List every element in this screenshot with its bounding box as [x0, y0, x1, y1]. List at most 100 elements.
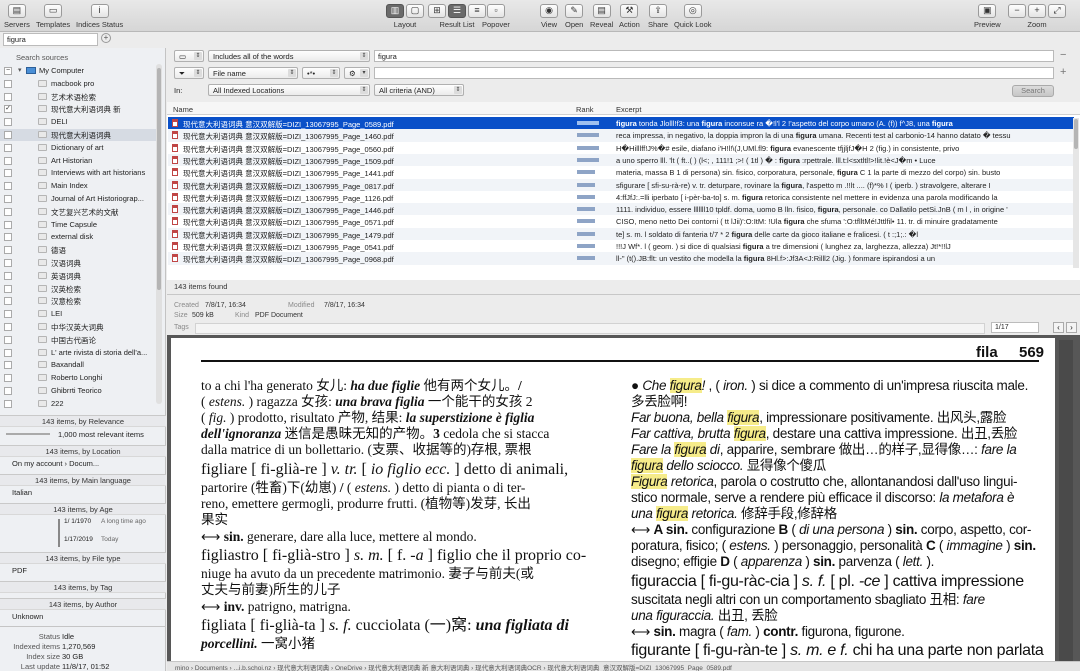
source-checkbox[interactable]: [4, 271, 12, 280]
open-button[interactable]: ✎ Open: [565, 3, 583, 29]
source-item[interactable]: 222: [0, 398, 162, 410]
source-checkbox[interactable]: [4, 92, 12, 101]
next-page-icon[interactable]: ›: [1066, 322, 1077, 333]
source-checkbox[interactable]: [4, 207, 12, 216]
facet-author-label[interactable]: Unknown: [12, 612, 43, 621]
preview-button[interactable]: ▣ Preview: [974, 3, 1001, 29]
source-item[interactable]: 中华汉英大词典: [0, 321, 162, 333]
sidebar-scroll-thumb[interactable]: [157, 68, 161, 290]
source-item[interactable]: L' arte rivista di storia dell'a...: [0, 347, 162, 359]
filter-toggle[interactable]: ⏷ ⇕: [174, 67, 204, 79]
popover-button[interactable]: ▫ Popover: [482, 3, 510, 29]
source-item[interactable]: LEI: [0, 308, 162, 320]
source-checkbox[interactable]: [4, 348, 12, 357]
column-name[interactable]: Name: [173, 105, 193, 114]
source-checkbox[interactable]: ✓: [4, 105, 12, 114]
facet-location-header[interactable]: 143 items, by Location: [0, 445, 166, 457]
source-checkbox[interactable]: [4, 387, 12, 395]
facet-language-header[interactable]: 143 items, by Main language: [0, 474, 166, 486]
criteria-select[interactable]: All criteria (AND) ⇕: [374, 84, 464, 96]
facet-age-header[interactable]: 143 items, by Age: [0, 503, 166, 515]
facet-filetype-header[interactable]: 143 items, by File type: [0, 552, 166, 564]
document-scrollbar[interactable]: [1059, 340, 1073, 670]
source-checkbox[interactable]: [4, 335, 12, 344]
table-row[interactable]: 现代意大利语词典 意汉双解版=DIZI_13067995_Page_1441.p…: [168, 166, 1074, 178]
source-checkbox[interactable]: [4, 233, 12, 242]
source-checkbox[interactable]: [4, 259, 12, 267]
table-row[interactable]: 现代意大利语词典 意汉双解版=DIZI_13067995_Page_0817.p…: [168, 178, 1074, 191]
table-row[interactable]: 现代意大利语词典 意汉双解版=DIZI_13067995_Page_1479.p…: [168, 227, 1074, 240]
source-item[interactable]: 现代意大利语词典: [0, 129, 162, 141]
table-row[interactable]: 现代意大利语词典 意汉双解版=DIZI_13067995_Page_0968.p…: [168, 252, 1074, 265]
disclosure-triangle-icon[interactable]: ▾: [18, 66, 22, 74]
filter-value-input[interactable]: [374, 67, 1054, 79]
search-button[interactable]: Search: [1012, 85, 1054, 97]
action-button[interactable]: ⚒ Action: [619, 3, 640, 29]
facet-author-header[interactable]: 143 items, by Author: [0, 598, 166, 610]
templates-button[interactable]: ▭ Templates: [36, 3, 70, 29]
source-checkbox[interactable]: [4, 361, 12, 370]
source-item[interactable]: Dictionary of art: [0, 142, 162, 154]
source-item[interactable]: macbook pro: [0, 78, 162, 90]
facet-tag-header[interactable]: 143 items, by Tag: [0, 581, 166, 593]
filter-field-select[interactable]: File name ⇕: [208, 67, 298, 79]
source-item[interactable]: Interviews with art historians: [0, 167, 162, 179]
age-range-slider[interactable]: [58, 519, 60, 547]
facet-language-label[interactable]: Italian: [12, 488, 32, 497]
search-tab-field[interactable]: figura: [3, 33, 98, 46]
match-mode-select[interactable]: Includes all of the words ⇕: [208, 50, 370, 62]
table-row[interactable]: 现代意大利语词典 意汉双解版=DIZI_13067995_Page_0541.p…: [168, 240, 1074, 252]
source-selector[interactable]: ▭ ⇕: [174, 50, 204, 62]
indices-status-button[interactable]: i Indices Status: [76, 3, 123, 29]
reveal-button[interactable]: ▤ Reveal: [590, 3, 613, 29]
view-button[interactable]: ◉ View: [540, 3, 558, 29]
source-item[interactable]: 德语: [0, 244, 162, 256]
add-row-icon[interactable]: +: [1060, 66, 1066, 78]
source-checkbox[interactable]: −: [4, 67, 12, 75]
remove-row-icon[interactable]: −: [1060, 49, 1066, 61]
layout-control[interactable]: ▥ ▢ Layout: [386, 3, 424, 29]
table-row[interactable]: 现代意大利语词典 意汉双解版=DIZI_13067995_Page_0571.p…: [168, 215, 1074, 227]
relevance-slider[interactable]: [6, 433, 50, 435]
source-checkbox[interactable]: [4, 297, 12, 306]
options-menu[interactable]: ⚙ ▾: [344, 67, 370, 79]
location-select[interactable]: All Indexed Locations ⇕: [208, 84, 370, 96]
table-row[interactable]: 现代意大利语词典 意汉双解版=DIZI_13067995_Page_1509.p…: [168, 153, 1074, 167]
facet-location-label[interactable]: On my account › Docum...: [12, 459, 99, 468]
zoom-control[interactable]: − + ⤢ Zoom: [1008, 3, 1066, 29]
source-item[interactable]: 英语词典: [0, 270, 162, 282]
source-item[interactable]: 艺术术语检索: [0, 91, 162, 103]
source-checkbox[interactable]: [4, 79, 12, 88]
wildcard-select[interactable]: •*• ⇕: [302, 67, 340, 79]
source-checkbox[interactable]: [4, 169, 12, 178]
source-checkbox[interactable]: [4, 374, 12, 383]
source-item[interactable]: 汉意检索: [0, 295, 162, 307]
column-rank[interactable]: Rank: [576, 105, 594, 114]
share-button[interactable]: ⇪ Share: [648, 3, 668, 29]
add-tab-icon[interactable]: +: [101, 33, 111, 43]
source-item[interactable]: Roberto Longhi: [0, 372, 162, 384]
source-item[interactable]: Baxandall: [0, 359, 162, 371]
facet-filetype-label[interactable]: PDF: [12, 566, 27, 575]
source-checkbox[interactable]: [4, 182, 12, 191]
source-checkbox[interactable]: [4, 156, 12, 165]
source-checkbox[interactable]: [4, 310, 12, 319]
previous-page-icon[interactable]: ‹: [1053, 322, 1064, 333]
source-checkbox[interactable]: [4, 284, 12, 293]
quick-look-button[interactable]: ◎ Quick Look: [674, 3, 712, 29]
source-checkbox[interactable]: [4, 195, 12, 203]
source-item[interactable]: 汉英检索: [0, 283, 162, 295]
facet-relevance-header[interactable]: 143 items, by Relevance: [0, 415, 166, 427]
source-item[interactable]: 汉语词典: [0, 257, 162, 269]
source-checkbox[interactable]: [4, 323, 12, 331]
source-item[interactable]: 中国古代画论: [0, 334, 162, 346]
source-checkbox[interactable]: [4, 246, 12, 255]
source-item[interactable]: DELI: [0, 116, 162, 128]
result-list-control[interactable]: ⊞ ☰ ≡ Result List: [428, 3, 486, 29]
search-query-input[interactable]: figura: [374, 50, 1054, 62]
source-item[interactable]: Art Historian: [0, 155, 162, 167]
tags-field[interactable]: [195, 323, 985, 334]
source-checkbox[interactable]: [4, 143, 12, 152]
table-row[interactable]: 现代意大利语词典 意汉双解版=DIZI_13067995_Page_0589.p…: [168, 117, 1074, 130]
page-indicator[interactable]: 1/17: [991, 322, 1039, 333]
